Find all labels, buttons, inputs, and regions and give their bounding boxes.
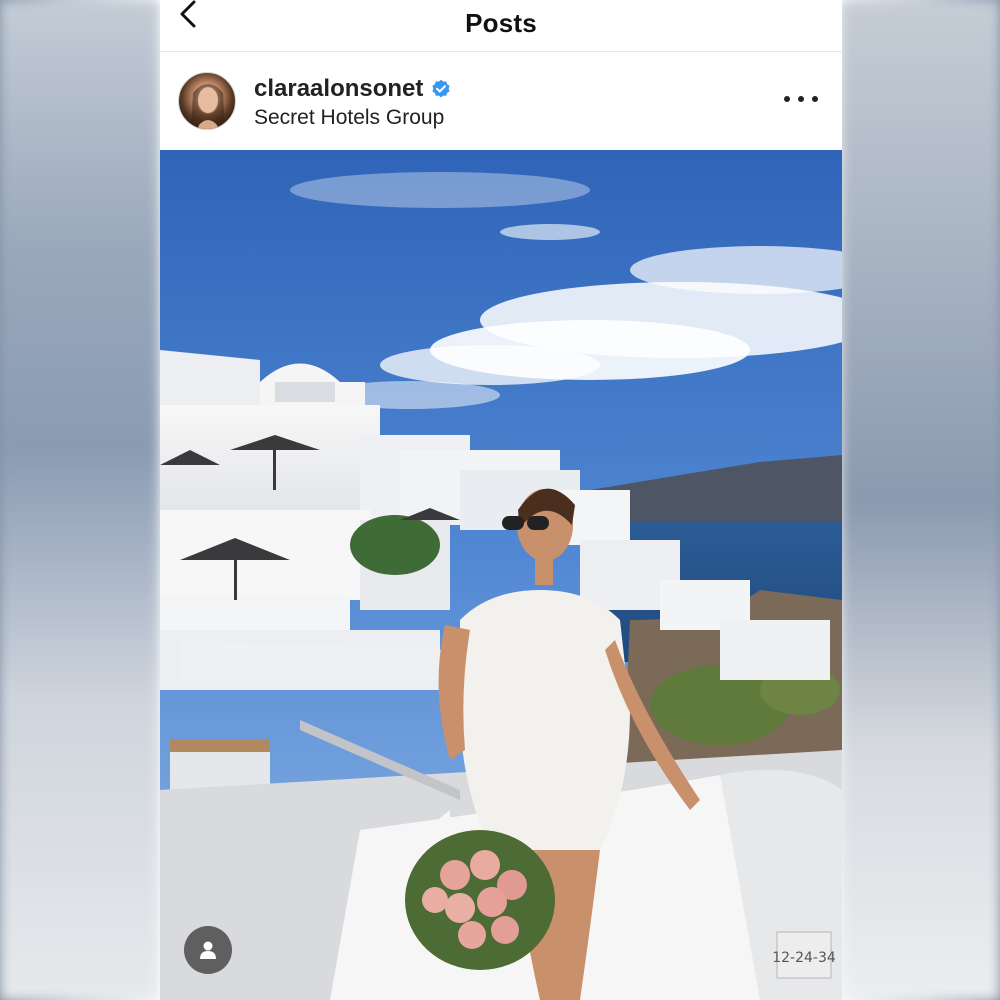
post-header: claraalonsonet Secret Hotels Group <box>160 52 842 150</box>
username-row: claraalonsonet <box>254 74 451 104</box>
more-dot <box>812 96 818 102</box>
username[interactable]: claraalonsonet <box>254 75 423 103</box>
wall-sign-text: 12-24-34 <box>772 950 836 966</box>
photo-scene: 12-24-34 <box>160 150 842 1000</box>
post-screen: Posts claraalonsonet Secret Hotels Group <box>160 0 842 1000</box>
more-horizontal-icon <box>784 96 790 102</box>
avatar-portrait <box>191 84 225 129</box>
page-title: Posts <box>465 8 537 38</box>
verified-badge-icon <box>432 79 451 98</box>
more-options-button[interactable] <box>784 84 818 114</box>
bar-top <box>170 740 270 752</box>
background-blur-right <box>840 0 1000 1000</box>
rose-bouquet <box>405 830 555 970</box>
post-photo[interactable]: 12-24-34 <box>160 150 842 1000</box>
user-tag-icon <box>200 941 216 959</box>
tag-people-button[interactable] <box>184 926 232 974</box>
location-link[interactable]: Secret Hotels Group <box>254 106 444 130</box>
background-blur-left <box>0 0 160 1000</box>
more-dot <box>798 96 804 102</box>
avatar[interactable] <box>178 72 236 130</box>
navigation-bar: Posts <box>160 0 842 52</box>
